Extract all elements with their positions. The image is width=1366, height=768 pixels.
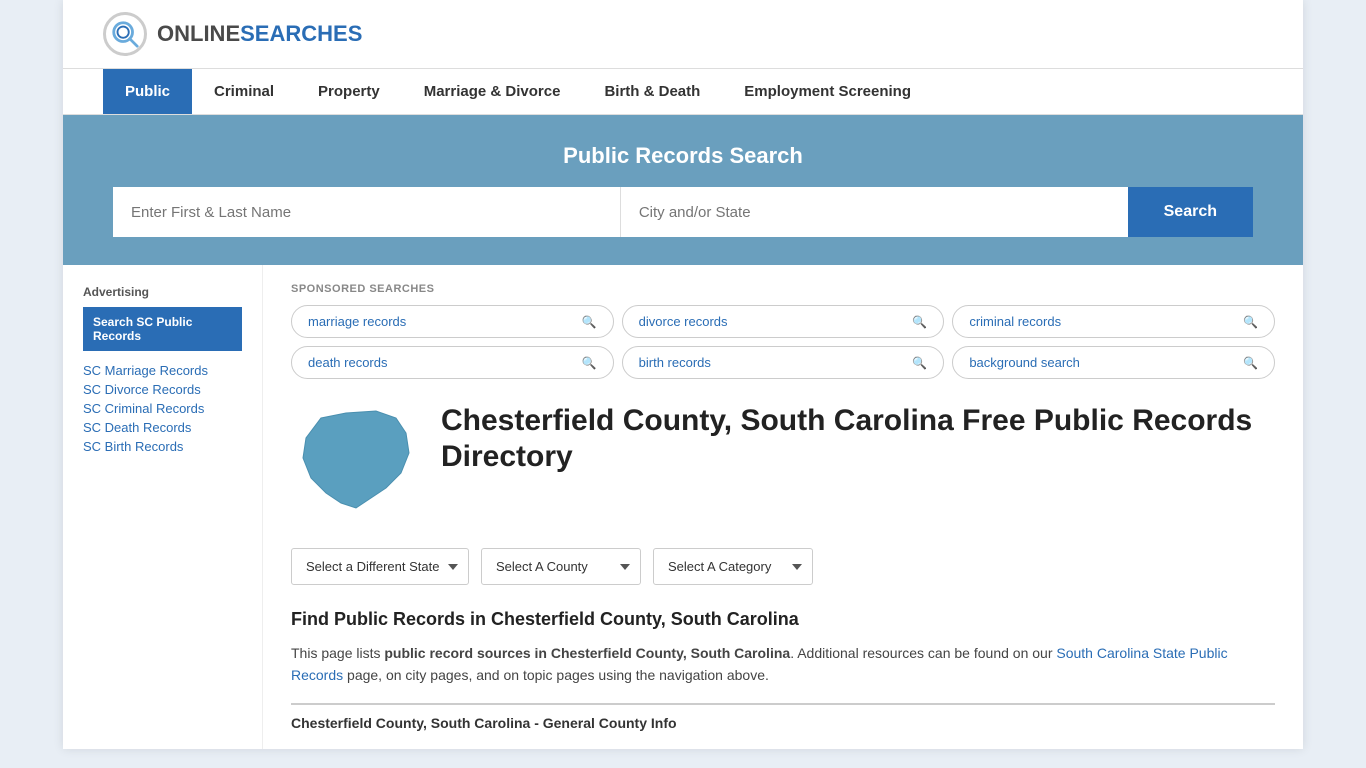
tag-birth-label: birth records: [639, 355, 711, 370]
sidebar: Advertising Search SC Public Records SC …: [63, 265, 263, 749]
tag-marriage-records[interactable]: marriage records 🔍: [291, 305, 614, 338]
general-info-title: Chesterfield County, South Carolina - Ge…: [291, 715, 1275, 731]
sidebar-link-criminal[interactable]: SC Criminal Records: [83, 401, 242, 416]
find-text-end: page, on city pages, and on topic pages …: [343, 667, 769, 683]
nav-property[interactable]: Property: [296, 69, 402, 114]
tag-birth-records[interactable]: birth records 🔍: [622, 346, 945, 379]
state-dropdown[interactable]: Select a Different State: [291, 548, 469, 585]
county-dropdown[interactable]: Select A County: [481, 548, 641, 585]
search-section-title: Public Records Search: [103, 143, 1263, 169]
search-tag-icon-3: 🔍: [582, 356, 597, 370]
search-button[interactable]: Search: [1128, 187, 1253, 237]
sidebar-link-marriage[interactable]: SC Marriage Records: [83, 363, 242, 378]
tag-marriage-label: marriage records: [308, 314, 406, 329]
main-nav: Public Criminal Property Marriage & Divo…: [63, 69, 1303, 115]
name-input[interactable]: [113, 187, 621, 237]
tag-criminal-label: criminal records: [969, 314, 1061, 329]
search-tag-icon-1: 🔍: [912, 315, 927, 329]
search-tag-icon-2: 🔍: [1243, 315, 1258, 329]
logo-text: ONLINESEARCHES: [157, 21, 362, 47]
find-text-before: This page lists: [291, 645, 384, 661]
general-info-bar: Chesterfield County, South Carolina - Ge…: [291, 703, 1275, 731]
find-records-title: Find Public Records in Chesterfield Coun…: [291, 609, 1275, 630]
search-tag-icon-5: 🔍: [1243, 356, 1258, 370]
tag-divorce-label: divorce records: [639, 314, 728, 329]
location-input[interactable]: [621, 187, 1128, 237]
sidebar-advertising-label: Advertising: [83, 285, 242, 299]
content-wrapper: Advertising Search SC Public Records SC …: [63, 265, 1303, 749]
county-title: Chesterfield County, South Carolina Free…: [441, 403, 1275, 475]
find-records-text: This page lists public record sources in…: [291, 642, 1275, 687]
logo-icon: [103, 12, 147, 56]
search-section: Public Records Search Search: [63, 115, 1303, 265]
find-text-bold: public record sources in Chesterfield Co…: [384, 645, 790, 661]
sidebar-link-birth[interactable]: SC Birth Records: [83, 439, 242, 454]
site-header: ONLINESEARCHES: [63, 0, 1303, 69]
sponsored-tags: marriage records 🔍 divorce records 🔍 cri…: [291, 305, 1275, 379]
tag-criminal-records[interactable]: criminal records 🔍: [952, 305, 1275, 338]
search-tag-icon-0: 🔍: [582, 315, 597, 329]
dropdowns-row: Select a Different State Select A County…: [291, 548, 1275, 585]
nav-public[interactable]: Public: [103, 69, 192, 114]
search-bar: Search: [113, 187, 1253, 237]
find-text-after: . Additional resources can be found on o…: [790, 645, 1056, 661]
sponsored-label: SPONSORED SEARCHES: [291, 283, 1275, 295]
main-content: SPONSORED SEARCHES marriage records 🔍 di…: [263, 265, 1303, 749]
nav-criminal[interactable]: Criminal: [192, 69, 296, 114]
tag-death-records[interactable]: death records 🔍: [291, 346, 614, 379]
category-dropdown[interactable]: Select A Category: [653, 548, 813, 585]
tag-background-search[interactable]: background search 🔍: [952, 346, 1275, 379]
tag-background-label: background search: [969, 355, 1080, 370]
tag-divorce-records[interactable]: divorce records 🔍: [622, 305, 945, 338]
sidebar-link-divorce[interactable]: SC Divorce Records: [83, 382, 242, 397]
county-header: Chesterfield County, South Carolina Free…: [291, 403, 1275, 526]
sc-map: [291, 403, 421, 526]
nav-birth-death[interactable]: Birth & Death: [582, 69, 722, 114]
search-tag-icon-4: 🔍: [912, 356, 927, 370]
nav-employment[interactable]: Employment Screening: [722, 69, 933, 114]
sidebar-link-death[interactable]: SC Death Records: [83, 420, 242, 435]
logo[interactable]: ONLINESEARCHES: [103, 12, 362, 56]
nav-marriage-divorce[interactable]: Marriage & Divorce: [402, 69, 583, 114]
tag-death-label: death records: [308, 355, 388, 370]
sidebar-ad-box[interactable]: Search SC Public Records: [83, 307, 242, 351]
